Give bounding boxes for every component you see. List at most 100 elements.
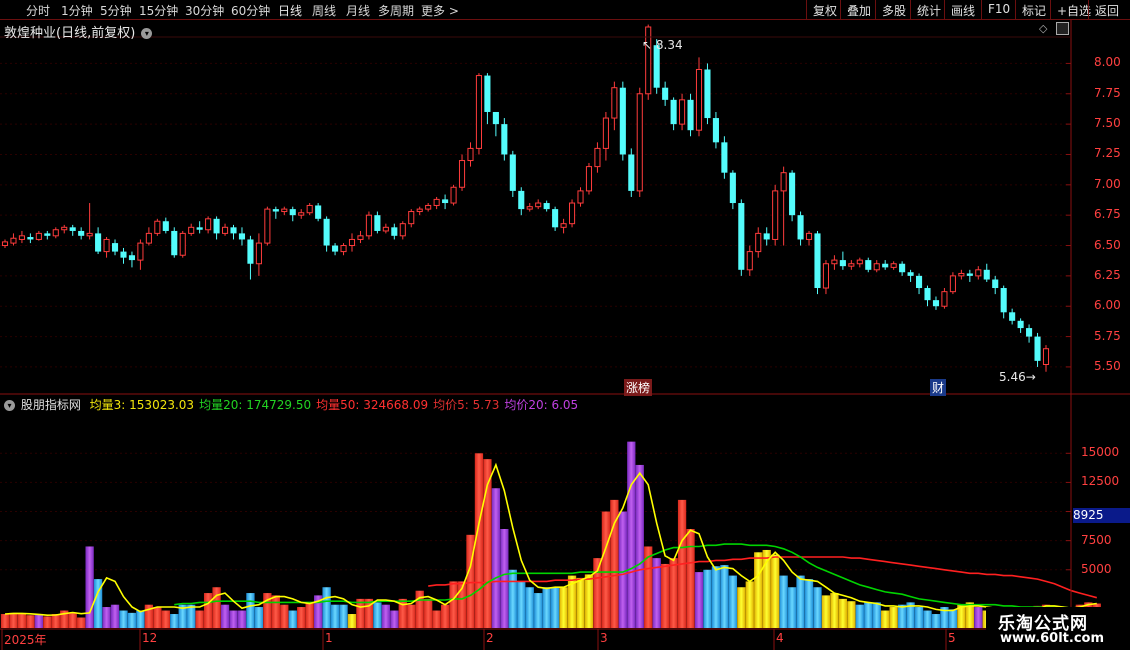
candle-body-93 [789,172,796,216]
candle-body-17 [145,232,152,244]
toolbar-button-2[interactable]: 多股 [875,0,910,19]
chart-canvas[interactable] [0,0,1130,650]
volume-bar-86 [728,575,738,628]
price-axis-label-6: 6.50 [1094,237,1121,252]
volume-bar-63 [534,593,543,628]
date-label-6: 5 [948,631,956,645]
candle-body-78 [662,87,669,100]
indicator-title: 股朋指标网 [20,398,81,412]
volume-bar-103 [872,602,881,628]
event-tag-finance[interactable]: 财 [930,379,947,396]
period-tab-10[interactable]: 更多 > [421,2,459,19]
toolbar-button-8[interactable]: 返回 [1088,0,1130,19]
candle-body-84 [712,118,719,143]
period-tab-2[interactable]: 5分钟 [100,2,132,19]
candle-body-94 [797,215,804,240]
indicator-value-1: 均量20: 174729.50 [199,398,312,412]
candle-body-29 [247,239,254,264]
candle-body-41 [348,238,356,247]
candle-body-91 [772,190,779,240]
period-tab-6[interactable]: 日线 [278,2,302,19]
candle-body-45 [382,226,389,232]
candle-body-85 [721,142,728,173]
candle-body-13 [111,243,119,252]
stock-title[interactable]: 敦煌种业(日线,前复权) ▾ [4,22,153,41]
toolbar-button-4[interactable]: 画线 [944,0,981,19]
panel-toggle-icon[interactable] [1056,22,1069,35]
volume-axis-label-1: 12500 [1081,474,1120,489]
candle-body-107 [907,272,914,276]
event-tag-limit-up[interactable]: 涨榜 [624,379,653,396]
candle-body-42 [357,235,364,240]
price-axis-label-9: 5.75 [1094,328,1121,343]
chevron-down-icon[interactable]: ▾ [141,28,153,39]
candle-body-23 [196,227,203,230]
candle-body-75 [636,93,643,192]
candle-body-69 [585,166,593,192]
period-tab-8[interactable]: 月线 [346,2,370,19]
candle-body-58 [492,111,499,125]
period-tab-5[interactable]: 60分钟 [231,2,270,19]
volume-bar-106 [897,604,907,628]
volume-bar-82 [694,572,704,628]
candle-body-109 [924,288,931,301]
volume-bar-0 [0,614,10,628]
candle-body-14 [120,251,127,258]
diamond-icon[interactable]: ◇ [1039,22,1047,35]
volume-bar-74 [627,441,636,628]
price-axis-label-2: 7.50 [1094,116,1121,131]
period-tab-4[interactable]: 30分钟 [185,2,224,19]
candle-body-18 [154,220,161,234]
volume-bar-27 [229,610,238,628]
stock-title-text: 敦煌种业(日线,前复权) [4,26,136,41]
candle-body-111 [941,291,948,307]
candle-body-115 [975,269,982,277]
volume-bar-101 [855,604,864,628]
candle-body-95 [805,232,813,240]
toolbar-button-0[interactable]: 复权 [806,0,840,19]
volume-bar-18 [153,607,162,628]
toolbar-button-5[interactable]: F10 [981,0,1015,19]
candle-body-21 [179,232,186,256]
volume-bar-45 [381,604,391,628]
min-price-marker: 5.46→ [999,370,1036,384]
candle-body-2 [18,235,25,240]
candle-body-65 [552,209,559,228]
candle-body-0 [1,241,9,247]
volume-bar-8 [68,612,77,628]
candle-body-57 [484,75,491,112]
period-toolbar: 分时 1分钟 5分钟 15分钟 30分钟 60分钟 日线 周线 月线 多周期 更多 > 复权 叠加 多股统… [0,0,1130,20]
toolbar-button-3[interactable]: 统计 [910,0,944,19]
candle-body-96 [814,233,821,289]
period-tab-3[interactable]: 15分钟 [139,2,178,19]
toolbar-button-7[interactable]: +自选 [1050,0,1091,19]
candle-body-119 [1009,312,1016,321]
candle-body-103 [873,263,880,271]
period-tab-7[interactable]: 周线 [312,2,336,19]
period-tab-9[interactable]: 多周期 [378,2,414,19]
settings-icon[interactable]: ▾ [4,400,15,411]
price-axis-label-0: 8.00 [1094,55,1121,70]
volume-bar-78 [660,563,670,628]
volume-bar-30 [254,607,264,628]
period-tab-1[interactable]: 1分钟 [61,2,93,19]
candle-body-74 [628,154,635,191]
volume-bar-91 [771,554,780,628]
volume-bar-20 [170,614,179,628]
volume-bar-89 [754,552,763,628]
toolbar-button-6[interactable]: 标记 [1015,0,1050,19]
candle-body-53 [450,186,457,204]
volume-bar-46 [390,610,399,628]
volume-bar-58 [491,488,501,628]
volume-bar-110 [931,614,941,628]
price-axis-label-1: 7.75 [1094,85,1121,100]
volume-bar-2 [17,613,27,628]
price-axis-label-5: 6.75 [1094,207,1121,222]
period-tab-0[interactable]: 分时 [26,2,50,19]
price-axis-label-10: 5.50 [1094,358,1121,373]
volume-bar-29 [246,593,255,628]
toolbar-button-1[interactable]: 叠加 [840,0,875,19]
candle-body-79 [670,99,677,125]
indicator-value-4: 均价20: 6.05 [504,398,579,412]
candle-body-1 [10,237,17,244]
